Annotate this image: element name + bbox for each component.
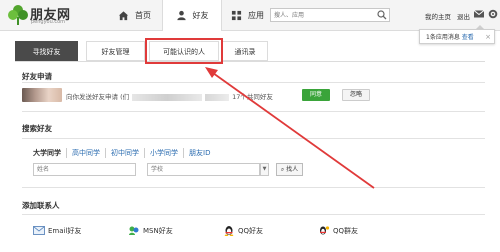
mail-icon[interactable] (473, 8, 485, 20)
email-icon (33, 226, 45, 235)
search-input[interactable] (271, 9, 377, 21)
add-email-friends[interactable]: Email好友 (33, 225, 81, 236)
my-home-link[interactable]: 我的主页 (425, 11, 451, 21)
nav-home[interactable]: 首页 (107, 0, 162, 30)
logout-link[interactable]: 退出 (457, 11, 470, 21)
name-field (33, 163, 136, 176)
school-dropdown[interactable]: ▼ (260, 163, 269, 176)
notification-text: 1条应用消息 (426, 34, 460, 41)
name-input[interactable] (34, 164, 135, 175)
home-icon (118, 10, 129, 20)
clover-logo-icon (8, 5, 28, 25)
add-qq-group-label: QQ群友 (333, 226, 359, 235)
divider (22, 138, 485, 139)
friend-request-text: 向你发送好友申请 (们 17个共同好友 (66, 91, 273, 101)
find-people-button[interactable]: ⌕ 找人 (276, 163, 303, 176)
notification-view-link[interactable]: 查看 (462, 34, 474, 41)
close-icon[interactable]: × (485, 30, 491, 44)
avatar[interactable] (22, 88, 62, 102)
nav-friends[interactable]: 好友 (162, 0, 222, 31)
search-tab-primary-school[interactable]: 小学同学 (144, 148, 183, 158)
add-email-label: Email好友 (48, 226, 82, 235)
logo-url: pengyou.com (31, 19, 66, 25)
divider (22, 187, 485, 188)
mutual-friends-count[interactable]: 17个共同好友 (232, 93, 273, 101)
msn-icon (129, 226, 139, 235)
top-bar: 朋友网 pengyou.com 首页 好友 应用 我的主页 退出 (0, 0, 500, 31)
nav-apps-label: 应用 (248, 10, 264, 20)
nav-apps[interactable]: 应用 (220, 0, 275, 30)
person-icon (176, 10, 186, 21)
blurred-name (132, 93, 203, 101)
divider (22, 82, 485, 83)
search-tab-middle-school[interactable]: 初中同学 (105, 148, 144, 158)
search-friends-title: 搜索好友 (22, 124, 52, 133)
agree-button[interactable]: 同意 (302, 89, 330, 101)
add-contacts-title: 添加联系人 (22, 201, 60, 210)
school-input[interactable] (148, 164, 259, 175)
friend-request-row: 向你发送好友申请 (们 17个共同好友 同意 忽略 (22, 88, 485, 104)
add-qq-friends[interactable]: QQ好友 (223, 225, 263, 236)
search-tab-friend-id[interactable]: 朋友ID (183, 148, 215, 158)
search-box (270, 8, 390, 22)
tab-address-book[interactable]: 通讯录 (222, 41, 268, 61)
add-msn-label: MSN好友 (143, 226, 173, 235)
nav-home-label: 首页 (135, 10, 151, 20)
ignore-button[interactable]: 忽略 (342, 89, 370, 101)
qq-group-icon (320, 226, 330, 235)
find-people-label: 找人 (286, 166, 299, 173)
friends-tabs: 寻找好友 好友管理 可能认识的人 通讯录 (15, 41, 485, 62)
search-category-tabs: 大学同学 高中同学 初中同学 小学同学 朋友ID (33, 148, 215, 158)
add-msn-friends[interactable]: MSN好友 (128, 225, 173, 236)
tab-find-friends[interactable]: 寻找好友 (15, 41, 78, 61)
divider (22, 214, 485, 215)
friend-request-message: 向你发送好友申请 (们 (66, 93, 130, 101)
add-qq-label: QQ好友 (238, 226, 264, 235)
search-tab-university[interactable]: 大学同学 (33, 148, 66, 158)
nav-friends-label: 好友 (192, 11, 209, 20)
gear-icon[interactable] (487, 8, 499, 20)
qq-penguin-icon (224, 226, 234, 236)
school-field (147, 163, 260, 176)
friend-requests-title: 好友申请 (22, 72, 52, 81)
chevron-down-icon: ▼ (262, 166, 267, 172)
apps-grid-icon (231, 10, 242, 20)
add-qq-group-friends[interactable]: QQ群友 (318, 225, 358, 236)
search-tab-high-school[interactable]: 高中同学 (66, 148, 105, 158)
search-icon: ⌕ (280, 166, 285, 173)
tab-manage-friends[interactable]: 好友管理 (86, 41, 145, 61)
highlight-box (145, 38, 223, 64)
logo[interactable]: 朋友网 pengyou.com (8, 4, 88, 28)
search-icon[interactable] (377, 10, 387, 20)
divider (22, 111, 485, 112)
blurred-info (205, 93, 230, 101)
